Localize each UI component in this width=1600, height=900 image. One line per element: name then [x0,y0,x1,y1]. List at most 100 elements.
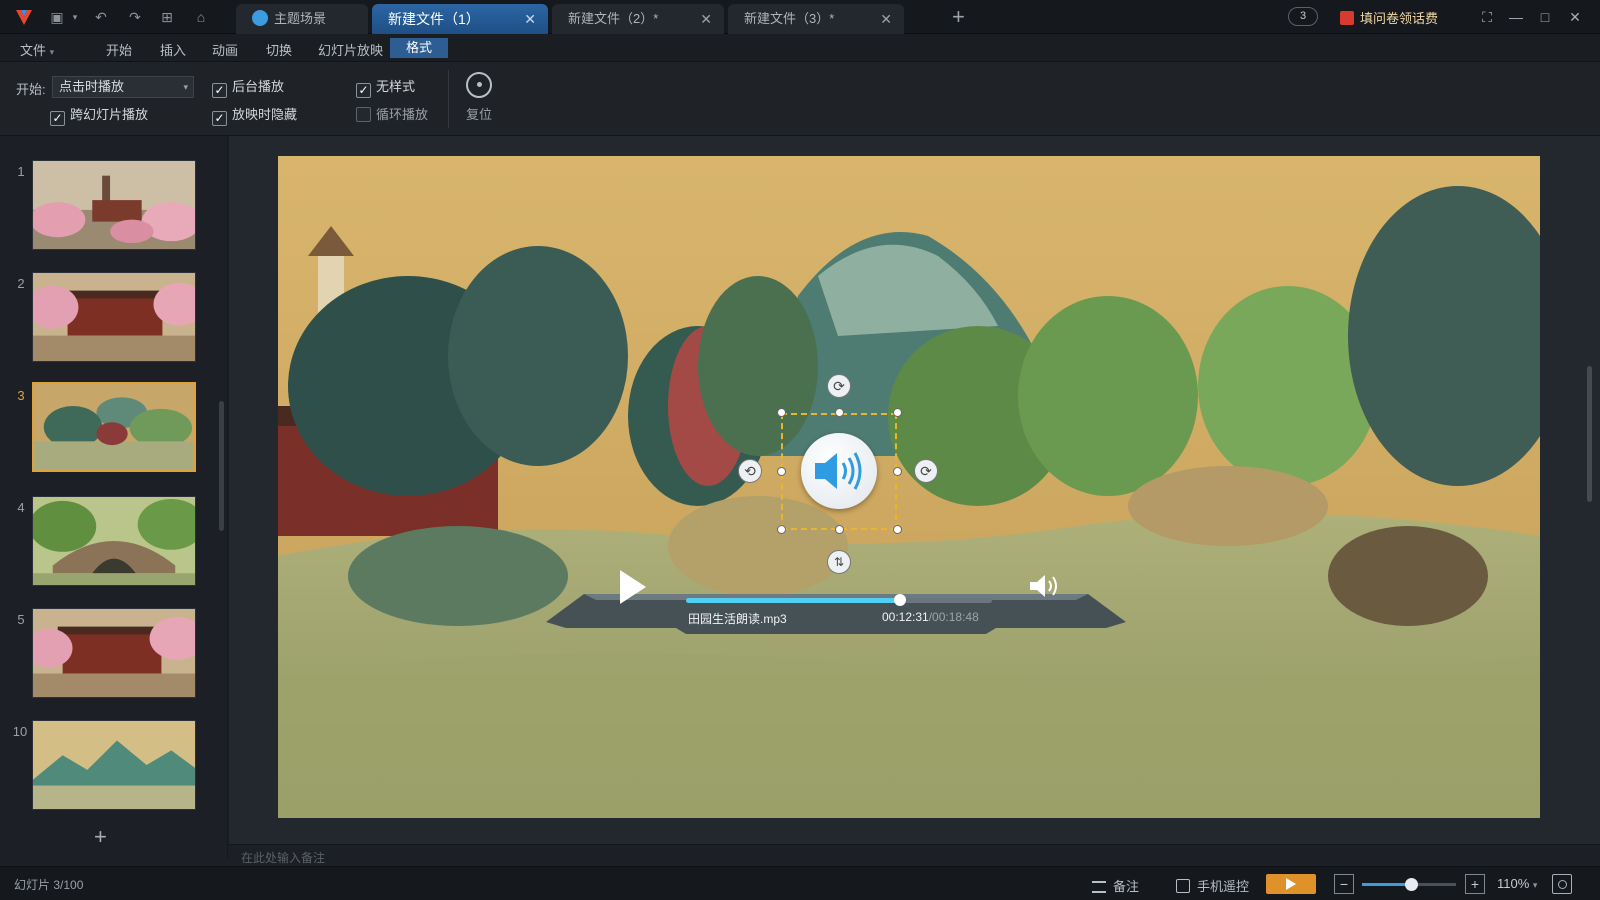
slide-thumbnail-5[interactable] [32,608,196,698]
audio-current-time: 00:12:31 [882,610,929,624]
checkbox-label: 后台播放 [232,79,285,94]
close-tab-icon[interactable]: ✕ [700,4,712,34]
zoom-slider-knob[interactable] [1404,878,1418,891]
reset-label: 复位 [465,107,492,122]
phone-icon [1176,879,1190,893]
editor-scrollbar[interactable] [1587,366,1592,502]
menu-file-dropdown-icon: ▾ [49,47,55,57]
zoom-slider[interactable] [1362,878,1456,891]
no-style-checkbox[interactable]: ✓ 无样式 [356,79,415,98]
zoom-level[interactable]: 110% ▾ [1497,876,1537,891]
checkbox-label: 跨幻灯片播放 [70,107,149,122]
menu-file-label: 文件 [20,43,47,58]
close-tab-icon[interactable]: ✕ [524,4,536,34]
close-tab-icon[interactable]: ✕ [880,4,892,34]
notes-toggle-label: 备注 [1113,879,1140,894]
close-window-icon[interactable]: ✕ [1566,8,1584,26]
tab-theme-scene[interactable]: 主题场景 [236,4,368,34]
menu-transition[interactable]: 切换 [266,40,292,59]
menu-insert[interactable]: 插入 [160,40,186,59]
promo-label: 填问卷领话费 [1360,11,1439,26]
redo-icon[interactable]: ↷ [126,8,144,26]
reset-icon [466,72,492,98]
tab-new-file-1[interactable]: 新建文件（1） ✕ [372,4,548,34]
start-mode-value: 点击时播放 [59,79,125,94]
audio-progress-track[interactable] [686,594,992,606]
zoom-out-icon[interactable]: − [1334,874,1354,894]
tab-new-file-2[interactable]: 新建文件（2）* ✕ [552,4,724,34]
menu-format[interactable]: 格式 [390,38,449,58]
tab-label: 新建文件（2）* [568,11,659,26]
slide-thumbnail-10[interactable] [32,720,196,810]
audio-total-time: /00:18:48 [928,610,979,624]
resize-handle[interactable] [893,467,902,476]
menu-slideshow[interactable]: 幻灯片放映 [318,40,383,59]
loop-play-checkbox[interactable]: 循环播放 [356,107,428,123]
new-tab-icon[interactable]: + [952,6,965,28]
checkbox-label: 循环播放 [376,107,429,122]
panel-scrollbar[interactable] [219,401,224,531]
rotate-handle-icon[interactable]: ⟳ [827,374,851,398]
slide-thumbnail-2[interactable] [32,272,196,362]
menu-animation[interactable]: 动画 [212,40,238,59]
menu-file[interactable]: 文件 ▾ [20,40,54,59]
play-icon[interactable] [620,570,646,604]
resize-handle[interactable] [777,467,786,476]
tab-new-file-3[interactable]: 新建文件（3）* ✕ [728,4,904,34]
resize-handle[interactable] [893,525,902,534]
slide-thumbnail-4[interactable] [32,496,196,586]
zoom-in-icon[interactable]: + [1465,874,1485,894]
add-slide-icon[interactable]: + [94,824,107,850]
rotate-x-handle-icon[interactable]: ⇅ [827,550,851,574]
notes-toggle-button[interactable]: 备注 [1092,876,1139,895]
slide-thumbnail-3[interactable] [32,382,196,472]
menu-start[interactable]: 开始 [106,40,132,59]
survey-promo-link[interactable]: 填问卷领话费 [1340,8,1438,27]
open-folder-icon[interactable]: ⌂ [192,8,210,26]
rotate-y-handle-icon[interactable]: ⟲ [738,459,762,483]
zoom-slider-fill [1362,883,1411,886]
rotate-y-handle-icon[interactable]: ⟳ [914,459,938,483]
volume-icon[interactable] [1028,572,1062,600]
slide-thumbnail-1[interactable] [32,160,196,250]
resize-handle[interactable] [777,525,786,534]
status-bar: 幻灯片 3/100 备注 手机遥控 − + 110% ▾ [0,866,1600,900]
new-file-icon[interactable]: ⊞ [158,8,176,26]
audio-player: 田园生活朗读.mp3 00:12:31/00:18:48 [546,570,1126,634]
resize-handle[interactable] [835,408,844,417]
phone-remote-button[interactable]: 手机遥控 [1176,876,1249,895]
fullscreen-icon[interactable]: ⛶ [1478,8,1496,26]
audio-filename: 田园生活朗读.mp3 [688,612,787,626]
minimize-icon[interactable]: — [1507,8,1525,26]
background-play-checkbox[interactable]: ✓ 后台播放 [212,79,284,98]
resize-handle[interactable] [835,525,844,534]
resize-handle[interactable] [893,408,902,417]
title-bar: ▣ ▾ ↶ ↷ ⊞ ⌂ 主题场景 新建文件（1） ✕ 新建文件（2）* ✕ 新建… [0,0,1600,34]
slide-number: 3 [17,388,25,403]
save-icon[interactable]: ▣ [48,8,66,26]
play-slideshow-button[interactable] [1266,874,1316,894]
slide-canvas[interactable]: 田园生活朗读.mp3 00:12:31/00:18:48 ⟳ ⟲ ⟳ ⇅ [278,156,1540,818]
start-mode-select[interactable]: 点击时播放 ▾ [52,76,194,98]
notes-icon [1092,881,1106,893]
audio-time: 00:12:31/00:18:48 [882,610,979,624]
audio-progress-fill [686,598,901,603]
notification-badge[interactable]: 3 [1288,7,1318,26]
reset-button[interactable]: 复位 [464,72,494,123]
undo-icon[interactable]: ↶ [92,8,110,26]
save-dropdown-icon[interactable]: ▾ [66,8,84,26]
format-ribbon: 开始: 点击时播放 ▾ ✓ 跨幻灯片播放 ✓ 后台播放 ✓ 放映时隐藏 ✓ 无样式 循环… [0,62,1600,136]
ribbon-divider [448,70,449,128]
notes-area[interactable]: 在此处输入备注 [229,844,1600,866]
slide-thumbnail-panel: 1 2 3 4 5 10 + [0,136,228,860]
play-across-slides-checkbox[interactable]: ✓ 跨幻灯片播放 [50,107,148,126]
hide-during-show-checkbox[interactable]: ✓ 放映时隐藏 [212,107,297,126]
app-logo-icon[interactable] [14,7,34,27]
zoom-value: 110% [1497,876,1530,891]
resize-handle[interactable] [777,408,786,417]
maximize-icon[interactable]: □ [1536,8,1554,26]
fit-to-window-icon[interactable] [1552,874,1572,894]
checkbox-label: 放映时隐藏 [232,107,298,122]
tab-label: 主题场景 [274,11,327,26]
audio-object[interactable] [801,433,877,509]
